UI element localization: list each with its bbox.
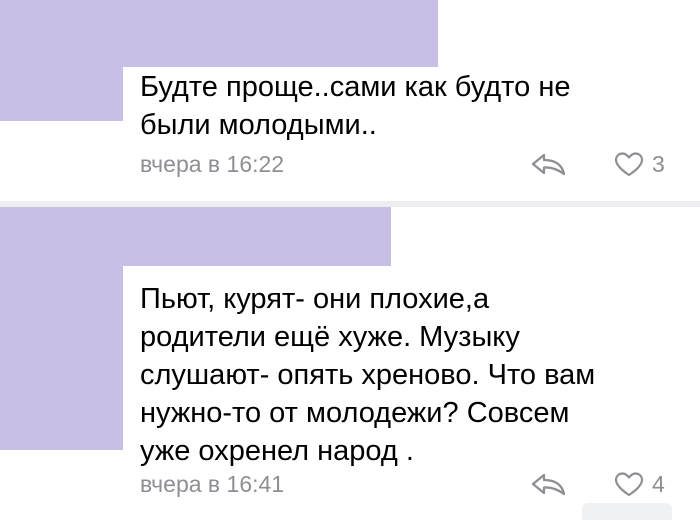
next-comment-preview <box>582 503 672 520</box>
comment-text: Пьют, курят- они плохие,а родители ещё х… <box>140 283 596 467</box>
redacted-author-block <box>0 0 438 67</box>
comment-timestamp: вчера в 16:22 <box>140 151 285 177</box>
comment-item: Пьют, курят- они плохие,а родители ещё х… <box>0 207 700 520</box>
comment-item: Будте проще..сами как будто не были моло… <box>0 0 700 201</box>
reply-button[interactable] <box>529 470 569 498</box>
heart-outline-icon <box>614 152 644 177</box>
reply-button[interactable] <box>529 150 569 178</box>
comment-meta: вчера в 16:41 4 <box>140 469 700 499</box>
reply-arrow-icon <box>531 153 566 176</box>
redacted-author-block <box>0 207 391 266</box>
comment-timestamp: вчера в 16:41 <box>140 471 285 497</box>
heart-outline-icon <box>614 472 644 497</box>
reply-arrow-icon <box>531 473 566 496</box>
like-button[interactable]: 4 <box>614 469 684 499</box>
like-button[interactable]: 3 <box>614 149 684 179</box>
comment-text: Будте проще..сами как будто не были моло… <box>140 71 571 141</box>
like-count: 4 <box>652 471 665 497</box>
redacted-avatar-block <box>0 67 123 121</box>
like-count: 3 <box>652 151 665 177</box>
comment-meta: вчера в 16:22 3 <box>140 149 700 179</box>
redacted-avatar-block <box>0 266 123 450</box>
